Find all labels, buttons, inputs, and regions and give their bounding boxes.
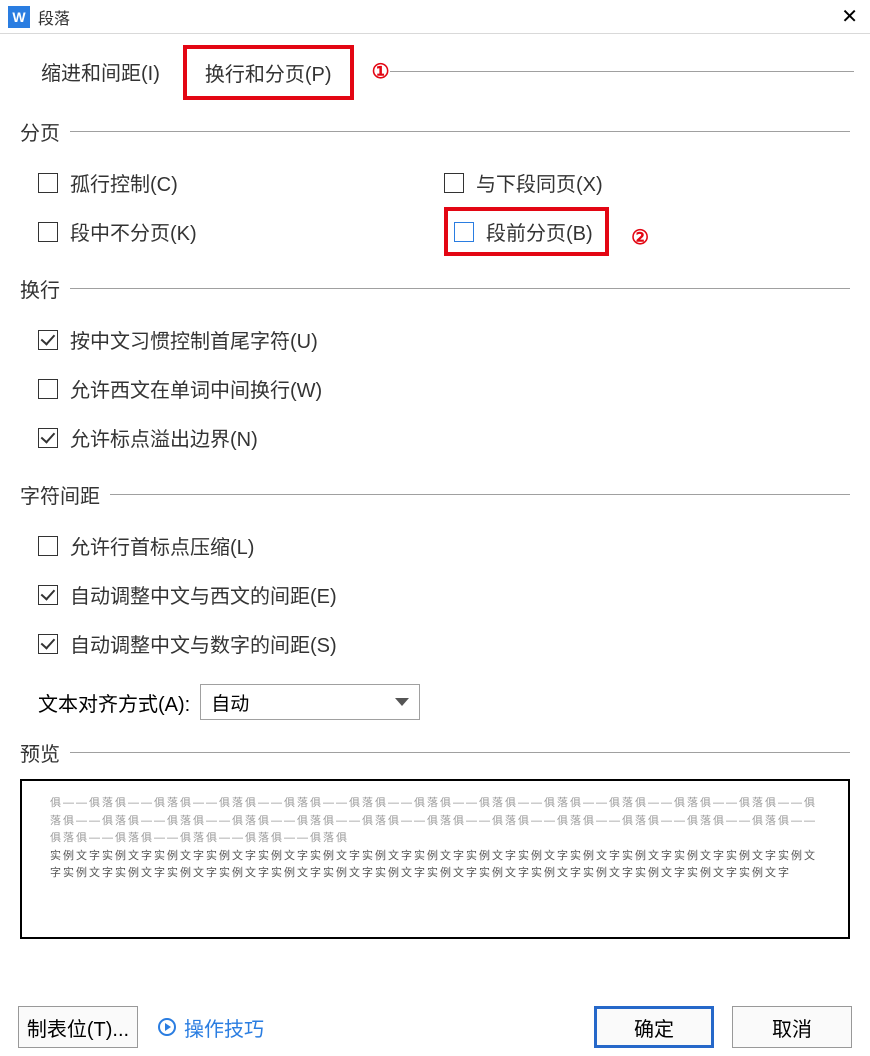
checkbox-keep-with-next[interactable]: 与下段同页(X) — [444, 158, 850, 207]
checkbox-auto-cjk-latin[interactable]: 自动调整中文与西文的间距(E) — [38, 570, 850, 619]
ok-button[interactable]: 确定 — [594, 1006, 714, 1048]
section-preview-label: 预览 — [20, 738, 70, 767]
divider — [70, 752, 850, 753]
checkbox-icon — [38, 173, 58, 193]
checkbox-auto-cjk-digit[interactable]: 自动调整中文与数字的间距(S) — [38, 619, 850, 668]
dialog-title: 段落 — [38, 5, 70, 29]
divider — [70, 288, 850, 289]
preview-sample-text: 实例文字实例文字实例文字实例文字实例文字实例文字实例文字实例文字实例文字实例文字… — [50, 850, 817, 880]
checkbox-label: 自动调整中文与西文的间距(E) — [70, 580, 337, 609]
play-icon — [158, 1018, 176, 1036]
checkbox-icon — [38, 330, 58, 350]
annotation-1: ① — [372, 59, 390, 84]
checkbox-icon — [38, 379, 58, 399]
checkbox-compress-start-punct[interactable]: 允许行首标点压缩(L) — [38, 521, 850, 570]
checkbox-icon — [38, 585, 58, 605]
checkbox-icon — [38, 222, 58, 242]
checkbox-latin-wrap[interactable]: 允许西文在单词中间换行(W) — [38, 364, 850, 413]
tabs-row: 缩进和间距(I) 换行和分页(P) ① — [0, 34, 870, 99]
tips-link[interactable]: 操作技巧 — [158, 1013, 264, 1042]
checkbox-orphan-control[interactable]: 孤行控制(C) — [38, 158, 444, 207]
divider — [70, 131, 850, 132]
tips-label: 操作技巧 — [184, 1013, 264, 1042]
preview-box: 俱——俱落俱——俱落俱——俱落俱——俱落俱——俱落俱——俱落俱——俱落俱——俱落… — [20, 779, 850, 939]
checkbox-icon — [444, 173, 464, 193]
section-wrap-label: 换行 — [20, 274, 70, 303]
section-paging-label: 分页 — [20, 117, 70, 146]
checkbox-icon — [38, 634, 58, 654]
section-char-spacing: 字符间距 — [20, 480, 850, 509]
section-char-spacing-label: 字符间距 — [20, 480, 110, 509]
checkbox-icon — [454, 222, 474, 242]
chevron-down-icon — [395, 698, 409, 706]
checkbox-cjk-first-last[interactable]: 按中文习惯控制首尾字符(U) — [38, 315, 850, 364]
checkbox-label: 自动调整中文与数字的间距(S) — [70, 629, 337, 658]
combo-value: 自动 — [211, 689, 249, 716]
checkbox-label: 段中不分页(K) — [70, 217, 197, 246]
checkbox-label: 孤行控制(C) — [70, 168, 178, 197]
section-wrap: 换行 — [20, 274, 850, 303]
checkbox-label: 与下段同页(X) — [476, 168, 603, 197]
checkbox-icon — [38, 428, 58, 448]
text-align-combo[interactable]: 自动 — [200, 684, 420, 720]
footer: 制表位(T)... 操作技巧 确定 取消 — [0, 1006, 870, 1048]
checkbox-label: 按中文习惯控制首尾字符(U) — [70, 325, 318, 354]
checkbox-label: 允许西文在单词中间换行(W) — [70, 374, 322, 403]
preview-grey-text: 俱——俱落俱——俱落俱——俱落俱——俱落俱——俱落俱——俱落俱——俱落俱——俱落… — [50, 797, 817, 844]
annotation-2: ② — [631, 225, 649, 250]
checkbox-page-break-before[interactable]: 段前分页(B) — [444, 207, 609, 256]
close-icon[interactable]: ✕ — [841, 4, 858, 29]
app-logo: W — [8, 6, 30, 28]
text-align-label: 文本对齐方式(A): — [38, 688, 190, 717]
tab-indent-spacing[interactable]: 缩进和间距(I) — [18, 44, 183, 99]
section-paging: 分页 — [20, 117, 850, 146]
section-preview: 预览 — [20, 738, 850, 767]
checkbox-icon — [38, 536, 58, 556]
checkbox-label: 允许行首标点压缩(L) — [70, 531, 254, 560]
title-bar: W 段落 ✕ — [0, 0, 870, 34]
tab-line-page-breaks[interactable]: 换行和分页(P) — [183, 45, 354, 100]
tab-underline — [390, 71, 855, 72]
checkbox-punct-overflow[interactable]: 允许标点溢出边界(N) — [38, 413, 850, 462]
checkbox-keep-lines-together[interactable]: 段中不分页(K) — [38, 207, 444, 256]
checkbox-label: 段前分页(B) — [486, 217, 593, 246]
divider — [110, 494, 850, 495]
tab-stops-button[interactable]: 制表位(T)... — [18, 1006, 138, 1048]
checkbox-label: 允许标点溢出边界(N) — [70, 423, 258, 452]
text-align-row: 文本对齐方式(A): 自动 — [38, 684, 850, 720]
cancel-button[interactable]: 取消 — [732, 1006, 852, 1048]
